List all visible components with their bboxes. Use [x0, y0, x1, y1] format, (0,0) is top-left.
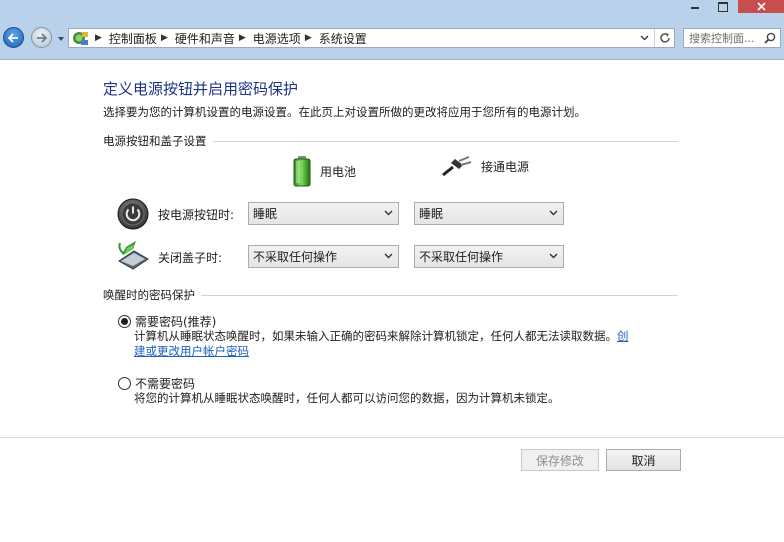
footer-divider: [0, 437, 784, 438]
breadcrumb-separator[interactable]: ▶: [161, 33, 168, 43]
power-button-plugged-select[interactable]: 睡眠: [414, 202, 564, 225]
divider: [212, 140, 678, 142]
battery-column-label: 用电池: [320, 164, 357, 179]
section-heading: 唤醒时的密码保护: [103, 288, 195, 302]
close-icon: [756, 2, 766, 11]
forward-button[interactable]: [31, 27, 52, 48]
refresh-button[interactable]: [654, 29, 674, 47]
arrow-right-icon: [37, 32, 47, 43]
chevron-down-icon: [549, 253, 558, 259]
battery-icon: [293, 156, 311, 187]
no-password-radio[interactable]: [118, 377, 131, 390]
require-password-description: 计算机从睡眠状态唤醒时，如果未输入正确的密码来解除计算机锁定，任何人都无法读取数…: [134, 329, 664, 359]
require-password-label[interactable]: 需要密码(推荐): [135, 313, 216, 330]
search-input[interactable]: [689, 31, 761, 45]
no-password-description: 将您的计算机从睡眠状态唤醒时，任何人都可以访问您的数据，因为计算机未锁定。: [134, 391, 560, 405]
section-heading: 电源按钮和盖子设置: [103, 134, 207, 148]
change-password-link[interactable]: 建或更改用户帐户密码: [134, 344, 249, 358]
chevron-down-icon: [384, 210, 393, 216]
selected-value: 睡眠: [253, 207, 278, 221]
plugged-in-column-header: 接通电源: [441, 155, 529, 177]
laptop-lid-icon: [116, 239, 150, 274]
refresh-icon: [659, 33, 670, 43]
address-bar[interactable]: ▶ 控制面板 ▶ 硬件和声音 ▶ 电源选项 ▶ 系统设置: [68, 28, 675, 48]
breadcrumb-separator[interactable]: ▶: [305, 33, 312, 43]
breadcrumb-item-power-options[interactable]: 电源选项: [253, 30, 301, 47]
breadcrumb-item-control-panel[interactable]: 控制面板: [109, 30, 157, 47]
close-lid-label: 关闭盖子时:: [158, 251, 223, 265]
close-lid-plugged-select[interactable]: 不采取任何操作: [414, 245, 564, 268]
chevron-down-icon: [549, 210, 558, 216]
power-plug-icon: [442, 156, 472, 177]
battery-column-header: 用电池: [292, 155, 356, 187]
description-text: 计算机从睡眠状态唤醒时，如果未输入正确的密码来解除计算机锁定，任何人都无法读取数…: [134, 329, 617, 343]
control-panel-icon: [69, 29, 91, 47]
navigation-bar: ▶ 控制面板 ▶ 硬件和声音 ▶ 电源选项 ▶ 系统设置: [0, 14, 784, 60]
close-lid-battery-select[interactable]: 不采取任何操作: [248, 245, 399, 268]
chevron-down-icon: [384, 253, 393, 259]
plugged-in-column-label: 接通电源: [481, 159, 530, 174]
power-button-battery-select[interactable]: 睡眠: [248, 202, 399, 225]
search-icon[interactable]: [764, 32, 776, 44]
selected-value: 不采取任何操作: [419, 250, 504, 264]
power-buttons-section-header: 电源按钮和盖子设置: [103, 133, 678, 149]
breadcrumb-separator: ▶: [95, 33, 102, 43]
page-description: 选择要为您的计算机设置的电源设置。在此页上对设置所做的更改将应用于您所有的电源计…: [103, 105, 586, 119]
close-button[interactable]: [738, 0, 784, 13]
require-password-radio-option[interactable]: 需要密码(推荐): [118, 313, 216, 330]
breadcrumb-item-hardware-sound[interactable]: 硬件和声音: [175, 30, 235, 47]
search-box[interactable]: [683, 28, 781, 48]
password-protection-section-header: 唤醒时的密码保护: [103, 287, 678, 303]
change-password-link[interactable]: 创: [617, 329, 629, 343]
require-password-radio[interactable]: [118, 315, 131, 328]
page-title: 定义电源按钮并启用密码保护: [103, 80, 299, 98]
selected-value: 不采取任何操作: [253, 250, 338, 264]
save-changes-button[interactable]: 保存修改: [521, 449, 599, 471]
window-title-bar: [0, 0, 784, 14]
breadcrumb-item-system-settings[interactable]: 系统设置: [319, 30, 367, 47]
power-button-label: 按电源按钮时:: [158, 208, 235, 222]
breadcrumb-separator[interactable]: ▶: [239, 33, 246, 43]
recent-pages-dropdown[interactable]: [57, 35, 66, 43]
no-password-label[interactable]: 不需要密码: [135, 375, 195, 392]
divider: [201, 294, 678, 296]
selected-value: 睡眠: [419, 207, 444, 221]
arrow-left-icon: [8, 32, 18, 43]
address-dropdown-button[interactable]: [634, 29, 654, 47]
back-button[interactable]: [3, 27, 24, 48]
minimize-button[interactable]: [682, 0, 708, 13]
power-button-icon: [117, 198, 149, 233]
chevron-down-icon: [640, 35, 649, 41]
cancel-button[interactable]: 取消: [606, 449, 681, 471]
maximize-button[interactable]: [710, 0, 736, 13]
no-password-radio-option[interactable]: 不需要密码: [118, 375, 195, 392]
